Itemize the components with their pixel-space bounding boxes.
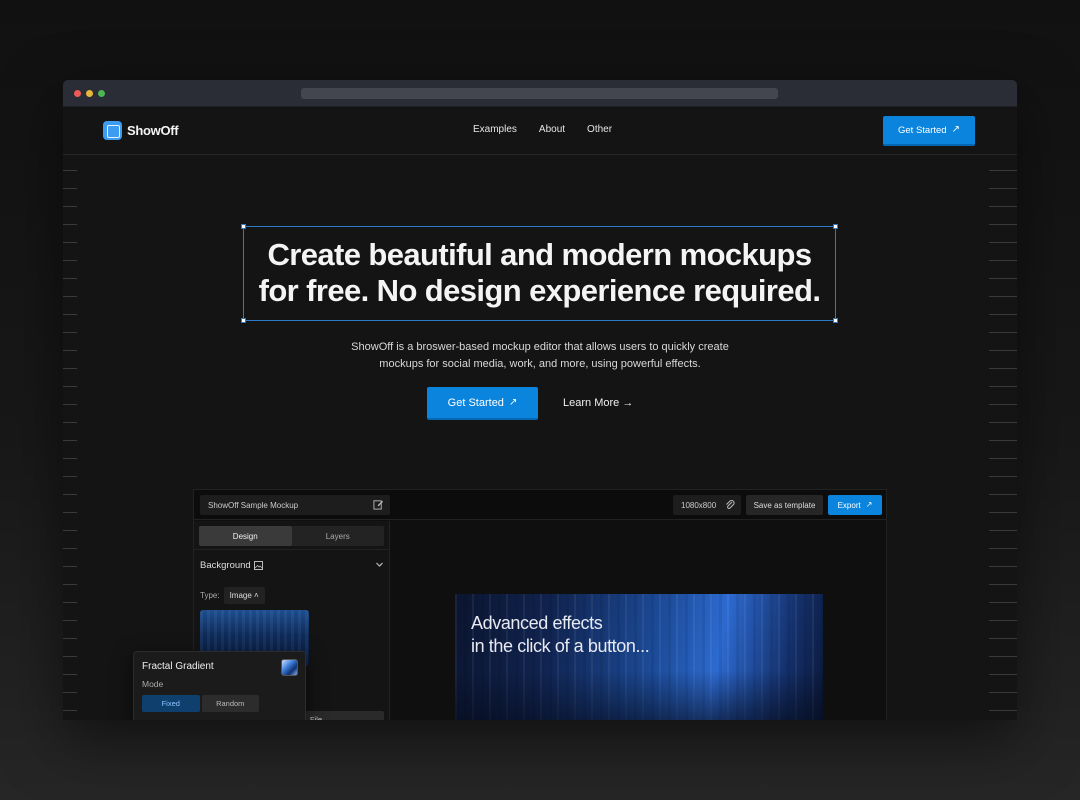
chevron-down-icon[interactable] bbox=[375, 560, 384, 569]
edit-icon[interactable] bbox=[373, 499, 384, 510]
file-button[interactable]: File bbox=[304, 711, 384, 720]
address-bar[interactable] bbox=[301, 88, 778, 99]
browser-chrome bbox=[63, 80, 1017, 107]
arrow-up-right-icon: ↗ bbox=[865, 500, 873, 509]
chevron-up-icon: ˄ bbox=[254, 591, 259, 600]
hero-get-started-button[interactable]: Get Started ↗ bbox=[427, 387, 538, 420]
hero-subtitle-line2: mockups for social media, work, and more… bbox=[379, 358, 701, 370]
minimize-window-dot[interactable] bbox=[86, 90, 93, 97]
fractal-gradient-title: Fractal Gradient bbox=[142, 661, 214, 672]
background-type-row: Type: Image ˄ bbox=[200, 587, 265, 604]
left-ruler bbox=[63, 153, 77, 713]
hero-get-started-label: Get Started bbox=[447, 396, 504, 409]
export-label: Export bbox=[837, 500, 861, 510]
type-select-value: Image bbox=[229, 591, 252, 600]
hero-headline-line1: Create beautiful and modern mockups bbox=[267, 237, 813, 272]
paperclip-icon bbox=[726, 500, 735, 509]
close-window-dot[interactable] bbox=[74, 90, 81, 97]
resize-handle-bottom-right[interactable] bbox=[833, 318, 838, 323]
canvas-headline-line2: in the click of a button... bbox=[471, 636, 650, 656]
canvas-dimensions-text: 1080x800 bbox=[681, 501, 717, 510]
learn-more-label: Learn More bbox=[563, 397, 620, 409]
background-section-header[interactable]: Background bbox=[200, 558, 384, 572]
background-section-label: Background bbox=[200, 559, 251, 571]
nav-get-started-button[interactable]: Get Started ↗ bbox=[883, 116, 975, 146]
gradient-swatch[interactable] bbox=[281, 659, 298, 676]
mode-option-fixed[interactable]: Fixed bbox=[142, 695, 200, 712]
maximize-window-dot[interactable] bbox=[98, 90, 105, 97]
learn-more-link[interactable]: Learn More → bbox=[563, 397, 633, 409]
nav-links: Examples About Other bbox=[473, 124, 612, 135]
tab-layers[interactable]: Layers bbox=[292, 526, 385, 546]
browser-window: ShowOff Examples About Other Get Started… bbox=[63, 80, 1017, 720]
project-name-field[interactable]: ShowOff Sample Mockup bbox=[200, 495, 390, 515]
hero-subtitle-line1: ShowOff is a broswer-based mockup editor… bbox=[351, 341, 729, 353]
hero-subtitle: ShowOff is a broswer-based mockup editor… bbox=[315, 339, 765, 373]
save-as-template-button[interactable]: Save as template bbox=[746, 495, 823, 515]
canvas-headline: Advanced effects in the click of a butto… bbox=[471, 612, 650, 658]
site-navbar: ShowOff Examples About Other Get Started… bbox=[63, 107, 1017, 155]
type-label: Type: bbox=[200, 591, 220, 600]
arrow-up-right-icon: ↗ bbox=[508, 396, 518, 408]
logo-text: ShowOff bbox=[127, 123, 179, 138]
canvas-headline-line1: Advanced effects bbox=[471, 613, 603, 633]
sidebar-tabs: Design Layers bbox=[199, 526, 384, 546]
headline-selection-box: Create beautiful and modern mockups for … bbox=[241, 224, 838, 323]
resize-handle-top-left[interactable] bbox=[241, 224, 246, 229]
hero-headline: Create beautiful and modern mockups for … bbox=[244, 237, 835, 309]
export-button[interactable]: Export ↗ bbox=[828, 495, 882, 515]
project-name-text: ShowOff Sample Mockup bbox=[208, 501, 299, 510]
sidebar-divider bbox=[194, 549, 390, 550]
image-icon bbox=[253, 560, 263, 570]
right-ruler bbox=[989, 153, 1017, 713]
logo-icon bbox=[103, 121, 122, 140]
mode-label: Mode bbox=[142, 679, 164, 689]
arrow-right-icon: → bbox=[622, 397, 634, 409]
mockup-canvas[interactable]: Advanced effects in the click of a butto… bbox=[455, 594, 823, 720]
nav-link-about[interactable]: About bbox=[539, 124, 565, 135]
editor-toolbar: ShowOff Sample Mockup 1080x800 Save as t… bbox=[194, 490, 886, 520]
nav-get-started-label: Get Started bbox=[898, 124, 947, 136]
tab-design[interactable]: Design bbox=[199, 526, 292, 546]
resize-handle-top-right[interactable] bbox=[833, 224, 838, 229]
landing-page: ShowOff Examples About Other Get Started… bbox=[63, 107, 1017, 720]
canvas-dimensions-badge[interactable]: 1080x800 bbox=[673, 495, 741, 515]
nav-link-other[interactable]: Other bbox=[587, 124, 612, 135]
mode-option-random[interactable]: Random bbox=[201, 695, 259, 712]
mode-toggle: Fixed Random bbox=[142, 695, 259, 712]
fractal-gradient-panel: Fractal Gradient Mode Fixed Random bbox=[133, 651, 306, 720]
hero-headline-line2: for free. No design experience required. bbox=[258, 273, 821, 308]
site-logo[interactable]: ShowOff bbox=[103, 121, 179, 140]
resize-handle-bottom-left[interactable] bbox=[241, 318, 246, 323]
arrow-up-right-icon: ↗ bbox=[951, 124, 960, 135]
nav-link-examples[interactable]: Examples bbox=[473, 124, 517, 135]
type-select[interactable]: Image ˄ bbox=[223, 587, 265, 604]
